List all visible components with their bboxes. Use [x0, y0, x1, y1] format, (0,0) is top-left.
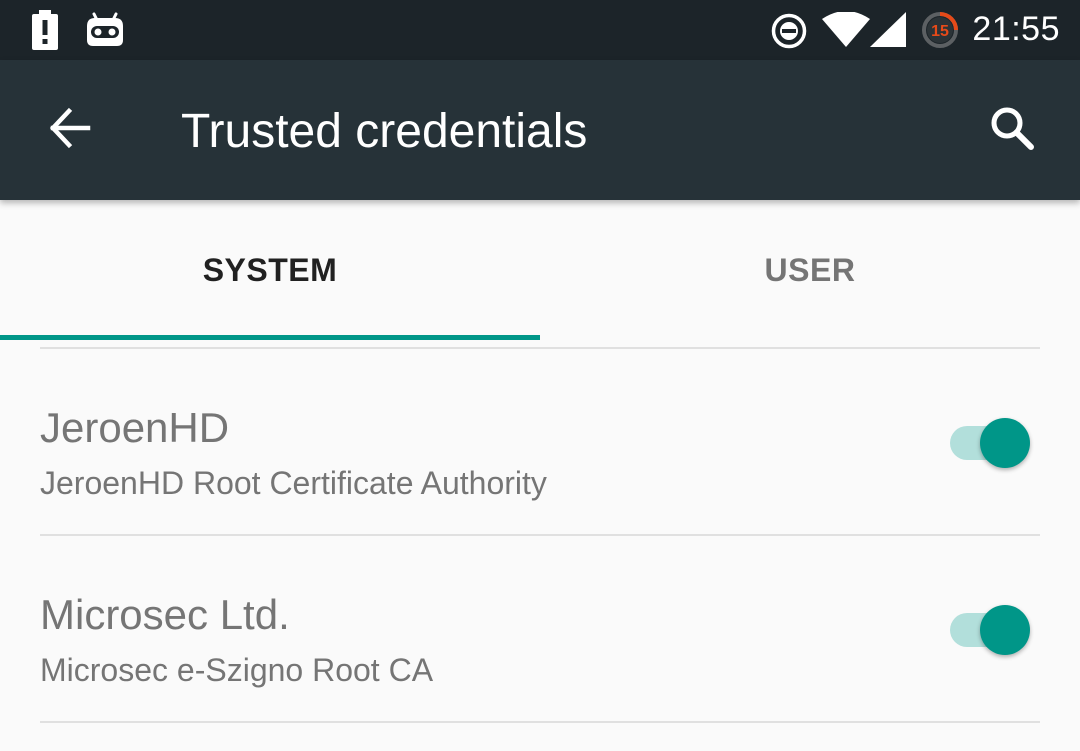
list-item[interactable]: JeroenHD JeroenHD Root Certificate Autho… — [0, 349, 1080, 535]
selected-tab-indicator — [0, 335, 540, 340]
credential-subtitle: JeroenHD Root Certificate Authority — [40, 465, 547, 501]
timer-notification-icon: 15 — [921, 11, 959, 54]
screen: 15 21:55 Trusted credentials SYSTEM USER… — [0, 0, 1080, 751]
search-icon — [988, 104, 1036, 157]
tab-system[interactable]: SYSTEM — [0, 200, 540, 340]
switch-thumb — [980, 418, 1030, 468]
credential-title: JeroenHD — [40, 404, 230, 451]
timer-badge-count: 15 — [931, 23, 949, 40]
app-toolbar: Trusted credentials — [0, 60, 1080, 200]
list-divider — [40, 721, 1040, 723]
switch-thumb — [980, 605, 1030, 655]
status-bar: 15 21:55 — [0, 0, 1080, 60]
battery-alert-icon — [30, 10, 60, 55]
back-button[interactable] — [28, 88, 112, 172]
page-title: Trusted credentials — [181, 105, 588, 158]
search-button[interactable] — [970, 88, 1054, 172]
credential-enable-switch[interactable] — [950, 415, 1034, 471]
cyanogenmod-icon — [85, 12, 125, 53]
cell-signal-icon — [870, 12, 908, 53]
status-time: 21:55 — [972, 10, 1060, 48]
credential-enable-switch[interactable] — [950, 602, 1034, 658]
credential-title: Microsec Ltd. — [40, 591, 290, 638]
tab-bar: SYSTEM USER — [0, 200, 1080, 340]
credential-subtitle: Microsec e-Szigno Root CA — [40, 652, 434, 688]
arrow-back-icon — [49, 107, 91, 154]
wifi-icon — [822, 11, 870, 53]
list-item[interactable]: Microsec Ltd. Microsec e-Szigno Root CA — [0, 536, 1080, 722]
do-not-disturb-icon — [771, 13, 807, 54]
tab-user[interactable]: USER — [540, 200, 1080, 340]
